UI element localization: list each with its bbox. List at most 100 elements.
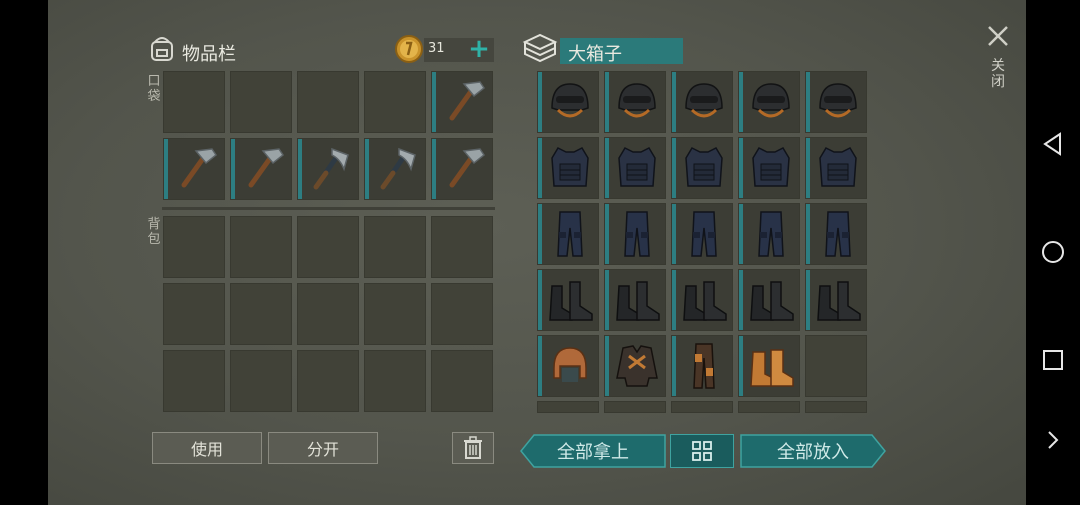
- backpack-slot[interactable]: [230, 350, 292, 412]
- backpack-icon: [146, 32, 178, 64]
- container-slot[interactable]: [671, 71, 733, 133]
- pocket-slot[interactable]: [364, 138, 426, 200]
- container-slot[interactable]: [671, 401, 733, 413]
- backpack-slot[interactable]: [431, 283, 493, 345]
- container-slot[interactable]: [738, 269, 800, 331]
- backpack-slot[interactable]: [364, 350, 426, 412]
- pants-icon: [691, 211, 717, 257]
- backpack-slot[interactable]: [163, 350, 225, 412]
- pocket-slot[interactable]: [163, 71, 225, 133]
- helmet-icon: [618, 83, 656, 118]
- container-slot[interactable]: [738, 335, 800, 397]
- use-button[interactable]: 使用: [152, 432, 262, 464]
- backpack-slot[interactable]: [230, 283, 292, 345]
- pocket-slot[interactable]: [230, 71, 292, 133]
- container-slot[interactable]: [537, 269, 599, 331]
- pocket-slot[interactable]: [297, 138, 359, 200]
- backpack-slot[interactable]: [431, 216, 493, 278]
- container-slot[interactable]: [671, 137, 733, 199]
- add-coins-button[interactable]: +: [468, 36, 490, 62]
- chevron-right-icon: [1048, 431, 1059, 449]
- sort-button[interactable]: [670, 434, 734, 468]
- trash-icon: [464, 436, 482, 459]
- put-all-button[interactable]: 全部放入: [740, 434, 886, 468]
- container-slot[interactable]: [738, 203, 800, 265]
- coin-count: 31: [428, 41, 445, 56]
- vest-icon: [618, 147, 656, 187]
- container-slot[interactable]: [738, 71, 800, 133]
- container-slot[interactable]: [805, 203, 867, 265]
- trash-button[interactable]: [452, 432, 494, 464]
- take-all-label: 全部拿上: [557, 442, 629, 463]
- container-slot[interactable]: [805, 137, 867, 199]
- system-nav-bar: [1026, 0, 1080, 505]
- container-slot[interactable]: [805, 401, 867, 413]
- backpack-label: 背包: [147, 217, 161, 247]
- backpack-slot[interactable]: [297, 216, 359, 278]
- close-icon: [988, 26, 1008, 46]
- helmet-icon: [551, 83, 589, 118]
- backpack-slot[interactable]: [297, 350, 359, 412]
- vest-icon: [551, 147, 589, 187]
- backpack-slot[interactable]: [364, 216, 426, 278]
- container-slot[interactable]: [604, 137, 666, 199]
- boots-icon: [549, 281, 593, 321]
- container-slot[interactable]: [805, 335, 867, 397]
- take-all-button[interactable]: 全部拿上: [520, 434, 666, 468]
- vest-icon: [685, 147, 723, 187]
- pocket-slot[interactable]: [364, 71, 426, 133]
- container-slot[interactable]: [604, 71, 666, 133]
- container-slot[interactable]: [671, 203, 733, 265]
- backpack-slot[interactable]: [163, 216, 225, 278]
- container-slot[interactable]: [738, 401, 800, 413]
- container-slot[interactable]: [604, 269, 666, 331]
- pocket-slot[interactable]: [230, 138, 292, 200]
- expand-button[interactable]: [1026, 420, 1080, 460]
- home-button[interactable]: [1026, 232, 1080, 272]
- hammer-icon: [248, 148, 285, 188]
- backpack-slot[interactable]: [163, 283, 225, 345]
- section-divider: [162, 207, 495, 210]
- back-button[interactable]: [1026, 124, 1080, 164]
- backpack-slot[interactable]: [364, 283, 426, 345]
- pocket-label: 口袋: [147, 74, 161, 104]
- boots-icon: [683, 281, 727, 321]
- container-slot[interactable]: [604, 203, 666, 265]
- home-circle-icon: [1042, 241, 1064, 263]
- backpack-slot[interactable]: [297, 283, 359, 345]
- boots-icon: [817, 281, 861, 321]
- pocket-slot[interactable]: [163, 138, 225, 200]
- container-slot[interactable]: [738, 137, 800, 199]
- close-label: 关闭: [991, 58, 1005, 90]
- axe-icon: [380, 147, 416, 190]
- helmet-icon: [685, 83, 723, 118]
- boots-icon: [616, 281, 660, 321]
- container-slot[interactable]: [805, 269, 867, 331]
- container-slot[interactable]: [537, 137, 599, 199]
- close-button[interactable]: 关闭: [984, 22, 1012, 102]
- pocket-slot[interactable]: [431, 71, 493, 133]
- container-slot[interactable]: [537, 71, 599, 133]
- backpack-slot[interactable]: [230, 216, 292, 278]
- container-slot[interactable]: [805, 71, 867, 133]
- coin-icon: [394, 34, 424, 64]
- container-slot[interactable]: [604, 335, 666, 397]
- recents-button[interactable]: [1026, 340, 1080, 380]
- grid-icon: [692, 441, 712, 461]
- put-all-label: 全部放入: [777, 442, 849, 463]
- backpack-slot[interactable]: [431, 350, 493, 412]
- pocket-slot[interactable]: [431, 138, 493, 200]
- container-slot[interactable]: [671, 269, 733, 331]
- pants-icon: [825, 211, 851, 257]
- pocket-slot[interactable]: [297, 71, 359, 133]
- leather-pants-icon: [693, 343, 715, 389]
- helmet-icon: [819, 83, 857, 118]
- container-slot[interactable]: [537, 203, 599, 265]
- hammer-icon: [449, 81, 486, 121]
- container-slot[interactable]: [671, 335, 733, 397]
- split-button[interactable]: 分开: [268, 432, 378, 464]
- container-slot[interactable]: [537, 401, 599, 413]
- container-slot[interactable]: [604, 401, 666, 413]
- container-slot[interactable]: [537, 335, 599, 397]
- back-triangle-icon: [1043, 132, 1061, 156]
